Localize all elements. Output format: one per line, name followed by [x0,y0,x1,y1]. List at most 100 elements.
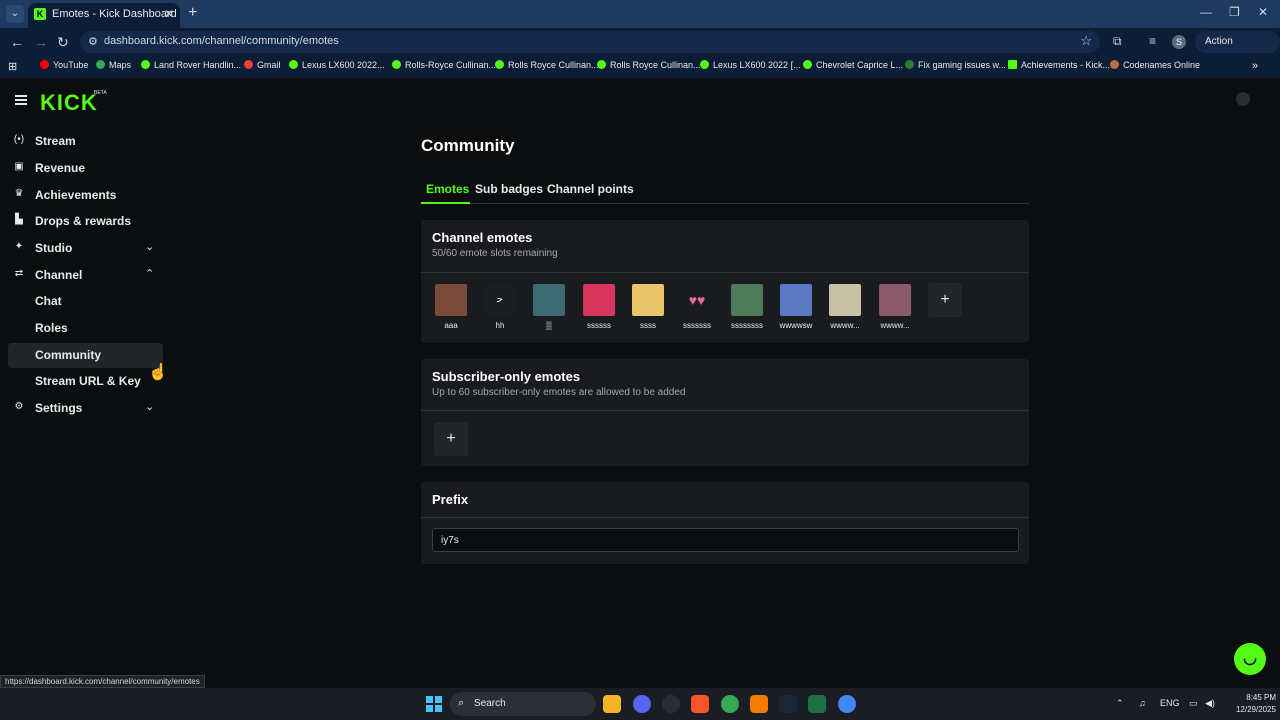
brave-icon[interactable] [691,695,709,713]
sidebar-item-drops-rewards[interactable]: ▙ Drops & rewards [8,209,163,234]
emote-item[interactable]: ♥♥ sssssss [679,284,715,330]
emote-item[interactable]: ﺣ hh [482,284,518,330]
github-icon[interactable] [662,695,680,713]
tab-search-icon[interactable]: ⌄ [6,5,24,23]
address-bar[interactable]: ⚙ dashboard.kick.com/channel/community/e… [80,31,1100,53]
bookmark-rolls-2[interactable]: Rolls Royce Cullinan... [495,60,599,70]
kick-icon [700,60,709,69]
emote-item[interactable]: ▒ [531,284,567,330]
emote-item[interactable]: wwww... [877,284,913,330]
add-subscriber-emote-button[interactable]: + [434,422,468,456]
sidebar-item-stream[interactable]: (•) Stream [8,129,163,154]
emote-item[interactable]: aaa [433,284,469,330]
gear-icon: ⚙ [14,401,24,412]
sidebar-item-revenue[interactable]: ▣ Revenue [8,156,163,181]
menu-icon[interactable] [15,95,27,105]
sidebar-item-settings[interactable]: ⚙ Settings ⌄ [8,396,163,421]
site-info-icon[interactable]: ⚙ [88,35,98,48]
emote-name: wwwwsw [779,321,813,330]
extensions-icon[interactable]: ⧉ [1113,34,1122,49]
emote-name: sssssss [683,321,711,330]
prefix-input[interactable] [432,528,1019,552]
action-required-button[interactable]: Action required [1195,31,1280,69]
profile-avatar[interactable]: S [1172,35,1186,49]
channel-emotes-title: Channel emotes [432,230,533,245]
tab-channel-points[interactable]: Channel points [547,182,634,196]
bookmark-youtube[interactable]: YouTube [40,60,88,70]
bookmark-gmail[interactable]: Gmail [244,60,281,70]
bookmark-fix-gaming[interactable]: Fix gaming issues w... [905,60,1006,70]
bookmarks-overflow-icon[interactable]: » [1252,60,1258,72]
emote-item[interactable]: ssssss [581,284,617,330]
kick-dashboard: KICK BETA (•) Stream ▣ Revenue ♛ Achieve… [0,80,1280,688]
channel-icon: ⇄ [14,268,24,279]
bookmark-rolls-3[interactable]: Rolls Royce Cullinan... [597,60,701,70]
browser-tab[interactable]: K Emotes - Kick Dashboard ✕ [28,3,180,28]
back-icon[interactable]: ← [10,34,24,50]
bookmark-achievements[interactable]: Achievements - Kick... [1008,60,1110,70]
windows-start-icon[interactable] [426,696,442,712]
forward-icon[interactable]: → [34,34,48,50]
restore-icon[interactable]: ❐ [1229,5,1240,19]
reload-icon[interactable]: ↻ [57,34,69,51]
sidebar-item-label: Achievements [35,188,117,202]
add-emote-button[interactable]: + [928,283,962,317]
sidebar-item-community[interactable]: Community [8,343,163,368]
address-url[interactable]: dashboard.kick.com/channel/community/emo… [104,35,339,47]
chrome-active-icon[interactable] [838,695,856,713]
bookmark-star-icon[interactable]: ☆ [1080,33,1092,49]
emote-item[interactable]: ssss [630,284,666,330]
clock[interactable]: 8:45 PM 12/29/2025 [1222,692,1276,716]
bookmark-lexus-1[interactable]: Lexus LX600 2022... [289,60,385,70]
bookmark-chevrolet[interactable]: Chevrolet Caprice L... [803,60,903,70]
emote-item[interactable]: wwww... [827,284,863,330]
emote-image [780,284,812,316]
steam-icon[interactable] [779,695,797,713]
apps-grid-icon[interactable]: ⊞ [8,60,17,73]
bookmark-maps[interactable]: Maps [96,60,131,70]
emote-item[interactable]: wwwwsw [778,284,814,330]
channel-emotes-card: Channel emotes 50/60 emote slots remaini… [421,220,1029,343]
window-close-icon[interactable]: ✕ [1258,5,1268,19]
kick-icon [1008,60,1017,69]
kick-icon [803,60,812,69]
app-icon[interactable] [750,695,768,713]
new-tab-icon[interactable]: + [188,4,197,22]
network-icon[interactable]: ▭ [1189,698,1198,709]
discord-icon[interactable] [633,695,651,713]
sidebar-item-chat[interactable]: Chat [8,289,163,314]
sidebar-item-achievements[interactable]: ♛ Achievements [8,183,163,208]
tab-sub-badges[interactable]: Sub badges [475,182,543,196]
excel-icon[interactable] [808,695,826,713]
sidebar-item-label: Drops & rewards [35,214,132,228]
tray-overflow-icon[interactable]: ⌃ [1116,698,1124,709]
sidebar-item-label: Channel [35,268,83,282]
sidebar-item-studio[interactable]: ✦ Studio ⌄ [8,236,163,261]
user-avatar[interactable] [1236,92,1250,106]
status-bar-url: https://dashboard.kick.com/channel/commu… [0,675,205,688]
kick-logo[interactable]: KICK [40,90,98,116]
tab-emotes[interactable]: Emotes [426,182,469,196]
minimize-icon[interactable]: — [1200,5,1212,19]
emote-name: wwww... [880,321,910,330]
bookmark-codenames[interactable]: Codenames Online [1110,60,1200,70]
sidebar-item-stream-url-key[interactable]: Stream URL & Key [8,369,163,394]
chrome-icon[interactable] [721,695,739,713]
bookmark-rolls-1[interactable]: Rolls-Royce Cullinan... [392,60,496,70]
chevron-up-icon: ⌃ [145,268,155,280]
volume-icon[interactable]: ◀) [1205,698,1215,709]
file-explorer-icon[interactable] [603,695,621,713]
language-indicator[interactable]: ENG [1160,698,1180,708]
emote-name: ▒ [546,321,552,330]
sidebar-item-roles[interactable]: Roles [8,316,163,341]
support-chat-icon[interactable]: ◡ [1234,643,1266,675]
emote-item[interactable]: ssssssss [729,284,765,330]
bookmark-land-rover[interactable]: Land Rover Handlin... [141,60,241,70]
clock-date: 12/29/2025 [1235,705,1276,714]
tab-close-icon[interactable]: ✕ [164,7,174,21]
taskbar-search[interactable]: ⌕ Search [450,692,596,716]
bookmark-lexus-2[interactable]: Lexus LX600 2022 [... [700,60,801,70]
media-control-icon[interactable]: ≡ [1149,34,1156,48]
sidebar-item-channel[interactable]: ⇄ Channel ⌃ [8,263,163,288]
microphone-icon[interactable]: ♫ [1139,698,1146,708]
